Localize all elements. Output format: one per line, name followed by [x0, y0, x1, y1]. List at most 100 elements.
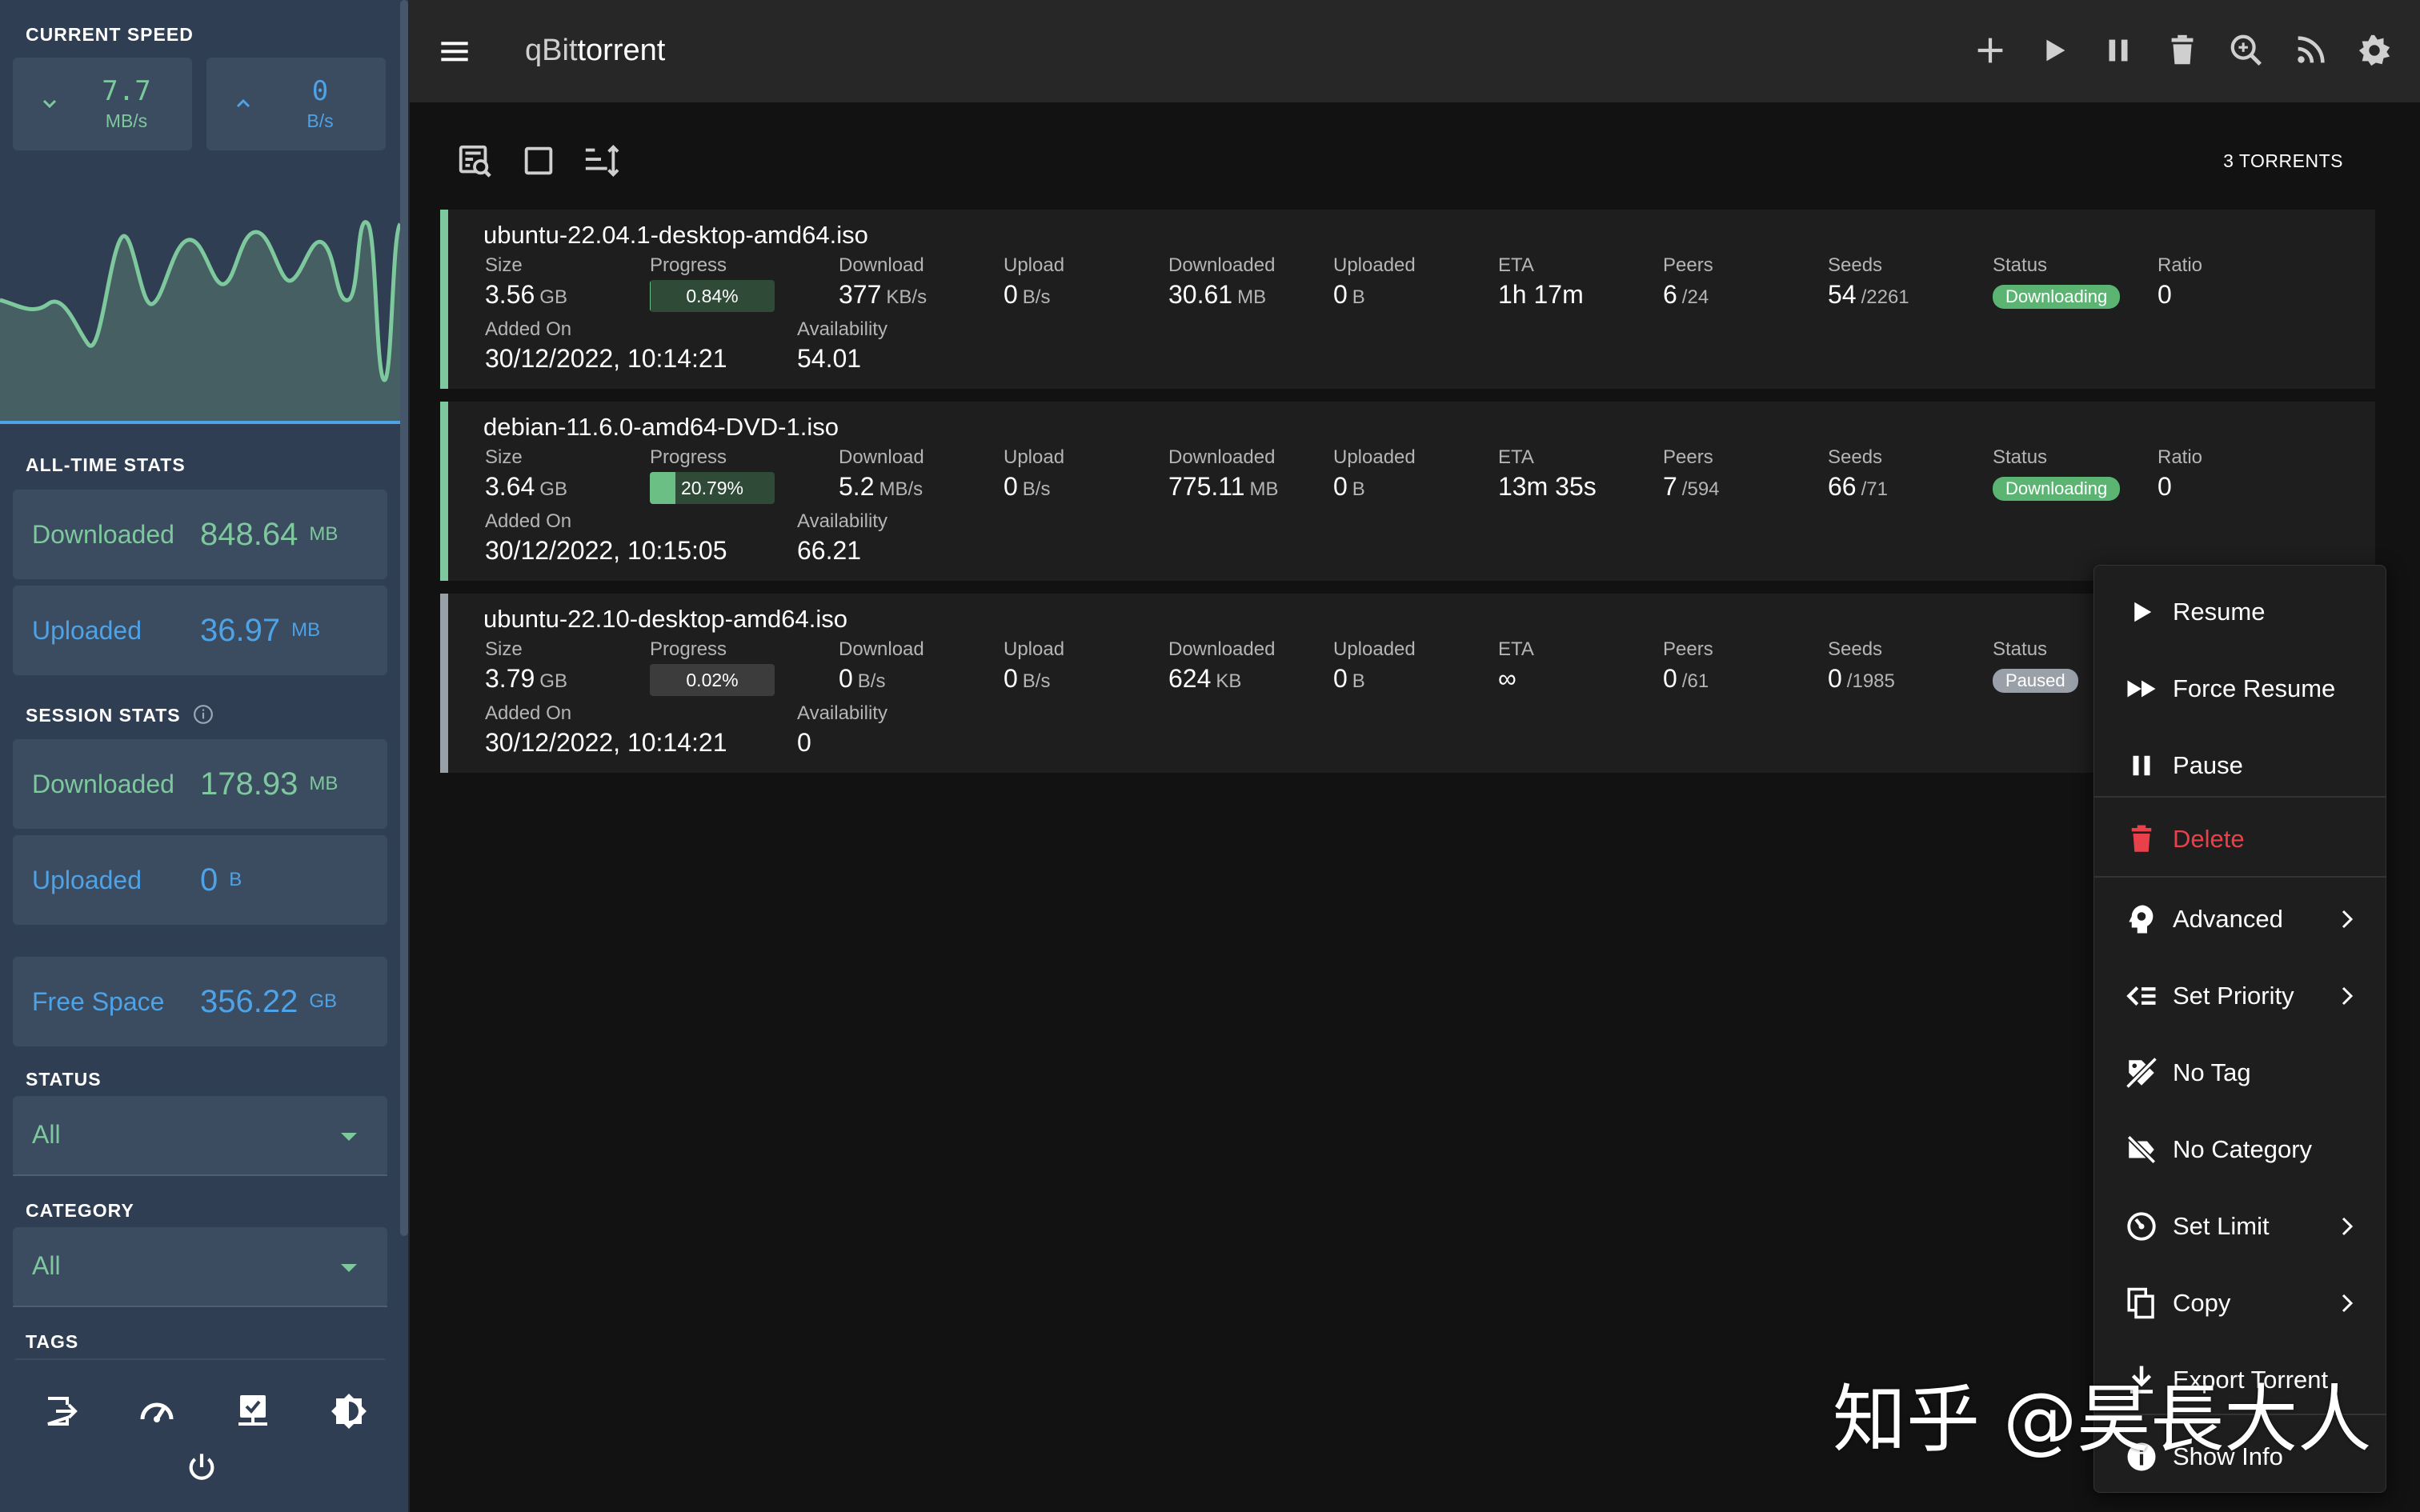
app-title: qBittorrent	[525, 34, 665, 68]
free-space-unit: GB	[309, 990, 338, 1012]
session-uploaded-card: Uploaded 0 B	[13, 835, 387, 925]
sidebar-scrollbar[interactable]	[400, 0, 408, 1236]
alltime-uploaded-label: Uploaded	[32, 615, 142, 645]
logout-icon[interactable]	[42, 1392, 80, 1430]
downloaded-cell: Downloaded 775.11 MB	[1168, 446, 1279, 501]
delete-icon	[2131, 825, 2152, 852]
uploaded-cell: Uploaded 0B	[1333, 446, 1416, 501]
download-speed-cell: Download 5.2 MB/s	[839, 446, 924, 501]
category-filter-title: CATEGORY	[26, 1200, 134, 1221]
content-copy-icon	[2127, 1287, 2154, 1319]
play-icon[interactable]	[2036, 32, 2073, 69]
menu-item-set-priority[interactable]: Set Priority	[2094, 958, 2386, 1034]
pause-icon[interactable]	[2100, 32, 2137, 69]
status-badge: Downloading	[1993, 477, 2121, 501]
uploaded-cell: Uploaded 0B	[1333, 638, 1416, 693]
fast-forward-icon	[2127, 680, 2156, 698]
theme-brightness-icon[interactable]	[330, 1392, 368, 1430]
size-cell: Size 3.56 GB	[485, 254, 567, 309]
eta-cell: ETA ∞	[1498, 638, 1534, 693]
delete-icon[interactable]	[2164, 32, 2201, 69]
chevron-right-icon	[2342, 1294, 2354, 1313]
caret-down-icon	[341, 1264, 357, 1272]
caret-down-icon	[341, 1133, 357, 1141]
torrent-row[interactable]: debian-11.6.0-amd64-DVD-1.iso Size 3.64 G…	[440, 402, 2375, 581]
progress-bar: 0.84%	[650, 280, 775, 312]
session-downloaded-label: Downloaded	[32, 769, 174, 798]
category-filter-value: All	[32, 1251, 61, 1280]
sidebar-footer	[0, 1360, 400, 1512]
menu-item-advanced[interactable]: Advanced	[2094, 881, 2386, 958]
uploaded-cell: Uploaded 0B	[1333, 254, 1416, 309]
session-downloaded-value: 178.93	[200, 766, 298, 802]
status-filter-title: STATUS	[26, 1069, 102, 1090]
search-plugin-icon[interactable]	[2228, 32, 2265, 69]
speedometer-icon[interactable]	[138, 1392, 176, 1430]
availability-cell: Availability 0	[797, 702, 887, 757]
priority-icon	[2126, 986, 2156, 1006]
speed-graph	[0, 220, 400, 424]
status-filter-select[interactable]: All	[13, 1096, 387, 1176]
label-off-icon	[2126, 1134, 2157, 1165]
app-title-suffix: torrent	[577, 34, 666, 67]
menu-item-no-category[interactable]: No Category	[2094, 1111, 2386, 1188]
filter-search-icon[interactable]	[456, 142, 493, 179]
alltime-stats-title: ALL-TIME STATS	[26, 454, 186, 475]
alltime-downloaded-label: Downloaded	[32, 519, 174, 549]
head-cog-icon	[2129, 905, 2154, 934]
session-stats-label: SESSION STATS	[26, 705, 181, 726]
menu-item-no-tag[interactable]: No Tag	[2094, 1034, 2386, 1111]
speedometer-icon	[2127, 1212, 2156, 1241]
menu-item-force-resume[interactable]: Force Resume	[2094, 650, 2386, 727]
download-speed-value: 7.7	[102, 75, 151, 107]
downloaded-cell: Downloaded 30.61 MB	[1168, 254, 1276, 309]
add-icon[interactable]	[1972, 32, 2009, 69]
upload-speed-cell: Upload 0 B/s	[1004, 638, 1065, 693]
ratio-cell: Ratio 0	[2158, 254, 2203, 309]
availability-cell: Availability 54.01	[797, 318, 887, 373]
server-network-icon[interactable]	[234, 1392, 272, 1430]
free-space-label: Free Space	[32, 986, 165, 1016]
torrent-name: ubuntu-22.10-desktop-amd64.iso	[483, 605, 847, 633]
play-icon	[2134, 602, 2152, 622]
eta-cell: ETA 13m 35s	[1498, 446, 1597, 501]
alltime-downloaded-card: Downloaded 848.64 MB	[13, 490, 387, 579]
upload-speed-value: 0	[311, 75, 329, 107]
hamburger-menu-icon[interactable]	[439, 35, 471, 67]
rss-icon[interactable]	[2292, 32, 2329, 69]
menu-item-delete[interactable]: Delete	[2094, 801, 2386, 878]
checkbox-blank-icon[interactable]	[520, 142, 557, 179]
status-badge: Downloading	[1993, 285, 2121, 309]
torrent-context-menu: Resume Force Resume Pause Delete Advance…	[2093, 565, 2386, 1493]
power-icon[interactable]	[186, 1451, 218, 1483]
upload-speed-cell: Upload 0 B/s	[1004, 446, 1065, 501]
menu-item-pause[interactable]: Pause	[2094, 727, 2386, 804]
pause-icon	[2133, 755, 2150, 776]
settings-icon[interactable]	[2356, 32, 2393, 69]
menu-item-set-limit[interactable]: Set Limit	[2094, 1188, 2386, 1265]
free-space-value: 356.22	[200, 983, 298, 1019]
tag-off-icon	[2126, 1057, 2158, 1089]
category-filter-select[interactable]: All	[13, 1227, 387, 1307]
progress-cell: Progress 0.84%	[650, 254, 775, 312]
torrent-row[interactable]: ubuntu-22.10-desktop-amd64.iso Size 3.79…	[440, 594, 2375, 773]
ratio-cell: Ratio 0	[2158, 446, 2203, 501]
availability-cell: Availability 66.21	[797, 510, 887, 565]
menu-item-resume[interactable]: Resume	[2094, 574, 2386, 650]
torrent-count: 3 TORRENTS	[2223, 150, 2343, 171]
download-speed-box: 7.7 MB/s	[13, 58, 192, 150]
menu-item-copy[interactable]: Copy	[2094, 1265, 2386, 1342]
alltime-downloaded-value: 848.64	[200, 516, 298, 552]
sort-icon[interactable]	[583, 142, 619, 179]
chevron-right-icon	[2342, 986, 2354, 1006]
progress-cell: Progress 0.02%	[650, 638, 775, 696]
sidebar: CURRENT SPEED 7.7 MB/s 0 B/s ALL-TIME ST…	[0, 0, 408, 1512]
download-speed-cell: Download 377 KB/s	[839, 254, 928, 309]
upload-speed-cell: Upload 0 B/s	[1004, 254, 1065, 309]
seeds-cell: Seeds 54/2261	[1828, 254, 1909, 309]
torrent-row[interactable]: ubuntu-22.04.1-desktop-amd64.iso Size 3.…	[440, 210, 2375, 389]
info-icon[interactable]	[193, 704, 214, 725]
session-uploaded-unit: B	[229, 869, 242, 890]
progress-cell: Progress 20.79%	[650, 446, 775, 504]
seeds-cell: Seeds 0/1985	[1828, 638, 1895, 693]
